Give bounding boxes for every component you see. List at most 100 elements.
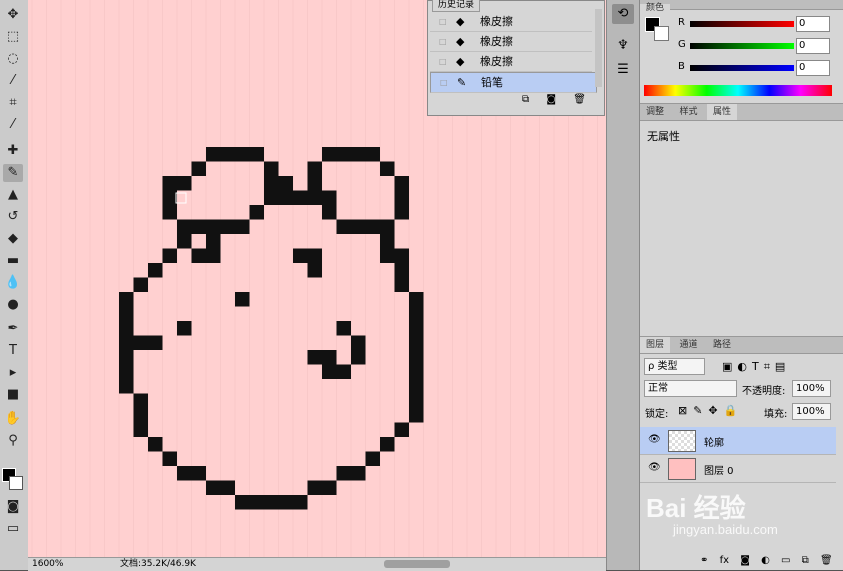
rectangle-tool-icon[interactable]: ■ (3, 386, 23, 404)
snapshot-camera-icon[interactable]: ◙ (546, 94, 556, 105)
mask-icon[interactable]: ◙ (740, 555, 750, 566)
history-brush-tool-icon[interactable]: ↺ (3, 208, 23, 226)
tab-adjustments[interactable]: 调整 (640, 104, 670, 120)
history-item[interactable]: □ ◆ 橡皮擦 (430, 32, 592, 52)
brush-cursor (175, 192, 187, 204)
pixel (148, 437, 163, 452)
tab-styles[interactable]: 样式 (674, 104, 704, 120)
pixel (235, 292, 250, 307)
pixel (162, 176, 177, 191)
green-value-field[interactable]: 0 (796, 38, 830, 54)
quick-mask-icon[interactable]: ◙ (3, 498, 23, 516)
layer-item-outline[interactable]: 👁 轮廓 (640, 427, 836, 455)
snapshot-checkbox[interactable]: □ (439, 52, 447, 71)
blur-tool-icon[interactable]: 💧 (3, 274, 23, 292)
trash-icon[interactable]: 🗑 (573, 94, 586, 105)
adjustment-icon[interactable]: ◐ (761, 555, 770, 566)
stamp-tool-icon[interactable]: ▲ (3, 186, 23, 204)
new-document-from-state-icon[interactable]: ⧉ (522, 94, 529, 105)
history-panel-icon[interactable]: ⟲ (612, 4, 634, 24)
pixel (394, 248, 409, 263)
marquee-tool-icon[interactable]: ⬚ (3, 28, 23, 46)
adjust-panel-icon[interactable]: ☰ (612, 60, 634, 80)
link-icon[interactable]: ⚭ (700, 555, 708, 566)
pixel (119, 350, 134, 365)
pixel (307, 248, 322, 263)
pen-tool-icon[interactable]: ✒ (3, 320, 23, 338)
pixel (249, 147, 264, 162)
red-label: R (678, 17, 685, 28)
properties-panel: 调整 样式 属性 无属性 (640, 104, 843, 337)
filter-icons[interactable]: ▣◐T⌗▤ (722, 360, 790, 374)
tab-history[interactable]: 历史记录 (432, 0, 481, 12)
snapshot-checkbox[interactable]: □ (440, 73, 448, 92)
pixel (133, 393, 148, 408)
zoom-tool-icon[interactable]: ⚲ (3, 432, 23, 450)
gradient-tool-icon[interactable]: ▬ (3, 252, 23, 270)
snapshot-checkbox[interactable]: □ (439, 12, 447, 31)
tab-layers[interactable]: 图层 (640, 337, 671, 353)
history-item[interactable]: □ ◆ 橡皮擦 (430, 12, 592, 32)
dodge-tool-icon[interactable]: ● (3, 296, 23, 314)
eye-icon[interactable]: 👁 (648, 434, 661, 445)
zoom-level[interactable]: 1600% (32, 558, 63, 571)
tab-paths[interactable]: 路径 (707, 337, 737, 353)
blend-mode-select[interactable]: 正常 (644, 380, 737, 397)
layer-name: 轮廓 (704, 438, 724, 449)
eyedropper-tool-icon[interactable]: ⁄ (3, 116, 23, 134)
brush-panel-icon[interactable]: ♆ (612, 36, 634, 56)
pixel (206, 234, 221, 249)
fx-icon[interactable]: fx (720, 555, 729, 566)
opacity-field[interactable]: 100% (792, 380, 831, 397)
layer-item-background[interactable]: 👁 图层 0 (640, 455, 836, 483)
pixel (322, 190, 337, 205)
blue-value-field[interactable]: 0 (796, 60, 830, 76)
status-bar: 1600% 文档:35.2K/46.9K (28, 557, 606, 571)
color-spectrum[interactable] (644, 85, 832, 96)
pixel (307, 480, 322, 495)
healing-brush-tool-icon[interactable]: ✚ (3, 142, 23, 160)
background-color-swatch[interactable] (9, 476, 23, 490)
lock-icons[interactable]: ⊠✎✥🔒 (678, 404, 743, 417)
trash-icon[interactable]: 🗑 (820, 555, 833, 566)
eye-icon[interactable]: 👁 (648, 462, 661, 473)
pixel (351, 219, 366, 234)
pixel (148, 263, 163, 278)
eraser-tool-icon[interactable]: ◆ (3, 230, 23, 248)
path-select-tool-icon[interactable]: ▸ (3, 364, 23, 382)
pixel (293, 495, 308, 510)
red-slider[interactable] (690, 21, 794, 27)
green-slider[interactable] (690, 43, 794, 49)
tab-properties[interactable]: 属性 (707, 104, 738, 120)
type-tool-icon[interactable]: T (3, 342, 23, 360)
lasso-tool-icon[interactable]: ◌ (3, 50, 23, 68)
horizontal-scroll-thumb[interactable] (384, 560, 450, 568)
pixel (380, 248, 395, 263)
fill-field[interactable]: 100% (792, 403, 831, 420)
crop-tool-icon[interactable]: ⌗ (3, 94, 23, 112)
pixel (191, 466, 206, 481)
pixel (177, 219, 192, 234)
quick-select-tool-icon[interactable]: ⁄ (3, 72, 23, 90)
new-layer-icon[interactable]: ⧉ (802, 555, 809, 566)
right-panels: 颜色 R 0 G 0 B 0 调整 样式 属性 无属性 图层 通道 路径 ρ 类… (640, 0, 843, 570)
blue-slider[interactable] (690, 65, 794, 71)
history-item-selected[interactable]: □ ✎ 铅笔 (430, 72, 597, 93)
pencil-tool-icon[interactable]: ✎ (3, 164, 23, 182)
color-background-swatch[interactable] (654, 26, 669, 41)
blend-row: 正常 不透明度: 100% (640, 380, 843, 400)
move-tool-icon[interactable]: ✥ (3, 6, 23, 24)
pixel (380, 234, 395, 249)
tab-channels[interactable]: 通道 (674, 337, 704, 353)
history-item[interactable]: □ ◆ 橡皮擦 (430, 52, 592, 72)
tab-color[interactable]: 颜色 (640, 4, 671, 13)
screen-mode-icon[interactable]: ▭ (3, 520, 23, 538)
hand-tool-icon[interactable]: ✋ (3, 410, 23, 428)
pixel (351, 147, 366, 162)
red-value-field[interactable]: 0 (796, 16, 830, 32)
snapshot-checkbox[interactable]: □ (439, 32, 447, 51)
history-scrollbar[interactable] (595, 9, 602, 87)
pixel (162, 451, 177, 466)
layer-filter-select[interactable]: ρ 类型 (644, 358, 705, 375)
folder-icon[interactable]: ▭ (781, 555, 790, 566)
